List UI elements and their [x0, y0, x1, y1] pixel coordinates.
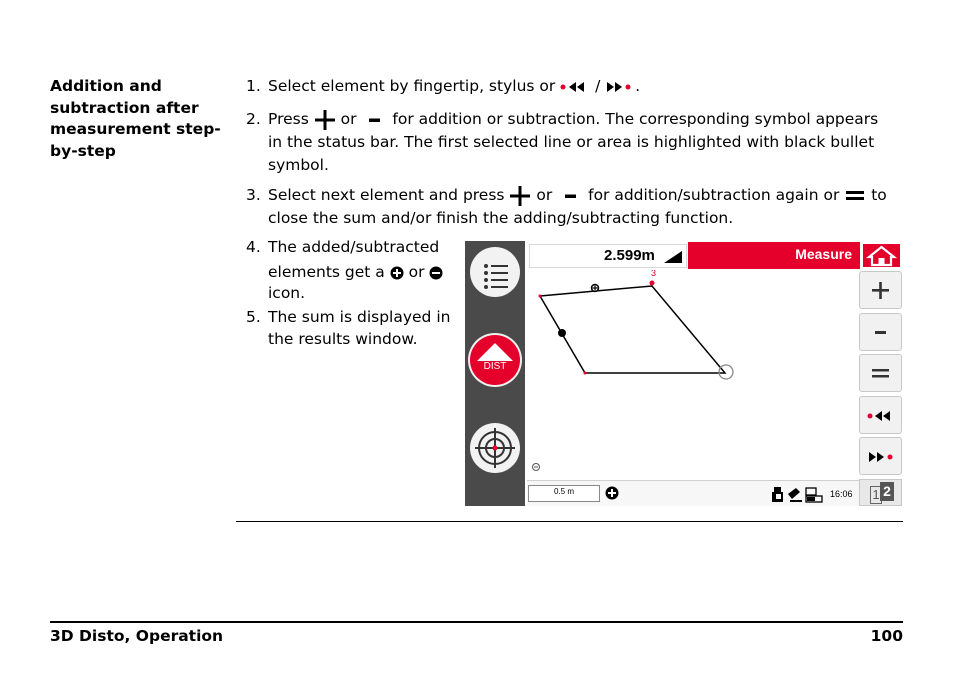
equals-icon	[846, 190, 865, 200]
crosshair-icon	[475, 428, 515, 468]
step-1: 1. Select element by fingertip, stylus o…	[246, 75, 906, 99]
step-number: 2.	[246, 110, 261, 128]
status-bar: 0.5 m 16:06	[527, 480, 859, 506]
minus-icon	[565, 194, 577, 198]
drawing-canvas: 3	[532, 270, 734, 471]
minus-icon	[369, 118, 381, 122]
page-number: 100	[870, 627, 903, 645]
dist-button[interactable]: DIST	[470, 335, 520, 385]
point-label: 3	[651, 270, 656, 278]
next-target-icon	[869, 452, 893, 462]
target-button[interactable]	[470, 423, 520, 473]
plus-bullet-icon	[390, 266, 404, 279]
scale-box: 0.5 m	[528, 485, 600, 502]
separator: /	[595, 77, 601, 95]
mode-title: Measure	[795, 246, 852, 262]
step-3: 3. Select next element and press or for …	[246, 185, 887, 227]
menu-button[interactable]	[470, 247, 520, 297]
next-target-icon	[607, 81, 631, 92]
point-3	[649, 280, 655, 286]
next-target-button[interactable]	[859, 437, 902, 475]
section-divider	[236, 521, 903, 522]
footer-divider	[50, 621, 903, 623]
title-bar: Measure	[688, 242, 860, 269]
plus-icon	[510, 185, 531, 206]
triangle-up-icon	[477, 343, 513, 361]
minus-icon	[875, 331, 886, 334]
page-switch-button[interactable]: 1 2	[859, 479, 902, 506]
device-screenshot: DIST 2.599m Measure 3 0.5 m 16:06 1 2	[465, 241, 903, 506]
previous-target-icon	[867, 411, 890, 421]
step-2: 2. Press or for addition or subtraction.…	[246, 109, 879, 174]
section-heading: Addition and subtraction after measureme…	[50, 77, 221, 160]
selected-bullet	[558, 329, 566, 337]
previous-target-icon	[560, 81, 585, 92]
plus-button[interactable]	[859, 271, 902, 309]
equals-button[interactable]	[859, 354, 902, 392]
step-number: 5.	[246, 308, 261, 326]
polygon-outline	[539, 285, 727, 374]
plus-icon	[314, 109, 335, 130]
result-box: 2.599m	[529, 244, 687, 268]
status-icons	[772, 487, 823, 503]
step-4: 4. The added/subtracted elements get a o…	[246, 236, 461, 306]
plus-status-icon	[605, 486, 619, 500]
equals-icon	[872, 369, 889, 378]
slope-icon	[664, 251, 682, 263]
plus-icon	[872, 282, 889, 299]
page-2: 2	[880, 482, 894, 501]
step-number: 1.	[246, 77, 261, 95]
dist-label: DIST	[483, 361, 507, 372]
scale-label: 0.5 m	[553, 487, 574, 496]
result-value: 2.599m	[604, 247, 655, 264]
minus-bullet-icon	[429, 266, 443, 279]
list-icon	[484, 264, 508, 289]
step-number: 3.	[246, 186, 261, 204]
footer-title: 3D Disto, Operation	[50, 627, 224, 645]
home-icon	[865, 245, 898, 267]
cursor-circle	[718, 364, 734, 380]
clock: 16:06	[830, 489, 853, 499]
previous-target-button[interactable]	[859, 396, 902, 434]
home-button[interactable]	[861, 242, 902, 269]
step-text: Select element by fingertip, stylus or	[268, 77, 556, 95]
step-5: 5. The sum is displayed in the results w…	[246, 308, 451, 348]
minus-button[interactable]	[859, 313, 902, 351]
step-number: 4.	[246, 238, 261, 256]
